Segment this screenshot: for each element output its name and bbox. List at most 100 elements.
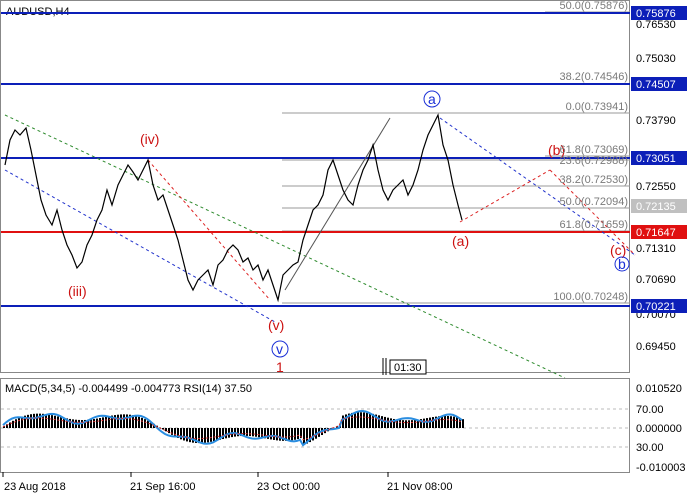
macd-bar xyxy=(30,414,32,428)
macd-bar xyxy=(54,415,56,428)
macd-bar xyxy=(258,428,260,438)
date-label-3: 23 Oct 00:00 xyxy=(257,481,320,493)
macd-bar xyxy=(165,428,167,432)
fib-label-618: 61.8(0.71659) xyxy=(560,219,629,231)
macd-bar xyxy=(276,428,278,441)
price-tick-6: 0.70690 xyxy=(636,274,676,286)
macd-bar xyxy=(144,419,146,428)
macd-bar xyxy=(57,416,59,428)
time-marker-label: 01:30 xyxy=(394,362,422,374)
macd-bar xyxy=(408,420,410,428)
fib-label-382-upper: 38.2(0.74546) xyxy=(560,71,629,83)
macd-bar xyxy=(60,417,62,428)
ind-tick-4: 30.00 xyxy=(636,442,664,454)
macd-bar xyxy=(414,419,416,428)
macd-bar xyxy=(147,420,149,428)
date-label-2: 21 Sep 16:00 xyxy=(130,481,195,493)
macd-bar xyxy=(369,413,371,428)
macd-bar xyxy=(405,420,407,428)
macd-bar xyxy=(387,417,389,428)
macd-bar xyxy=(354,412,356,428)
macd-bar xyxy=(384,416,386,428)
date-label-1: 23 Aug 2018 xyxy=(4,481,66,493)
macd-bar xyxy=(120,414,122,428)
price-tag-text-3: 0.73051 xyxy=(636,153,676,165)
macd-bar xyxy=(399,419,401,428)
wave-label-iv: (iv) xyxy=(140,131,159,147)
macd-bar xyxy=(15,419,17,428)
macd-bar xyxy=(303,428,305,445)
wave-label-a-paren: (a) xyxy=(452,233,469,249)
macd-bar xyxy=(363,412,365,428)
macd-bar xyxy=(207,428,209,443)
macd-bar xyxy=(93,419,95,428)
macd-bar xyxy=(252,428,254,437)
macd-bar xyxy=(411,420,413,428)
macd-bar xyxy=(96,418,98,428)
macd-bar xyxy=(90,419,92,428)
macd-bar xyxy=(432,417,434,428)
fib-label-382: 38.2(0.72530) xyxy=(560,174,629,186)
ind-tick-5: -0.010003 xyxy=(636,462,686,474)
wave-label-iii: (iii) xyxy=(68,283,87,299)
ind-tick-1: 0.010520 xyxy=(636,383,682,395)
macd-bar xyxy=(114,415,116,428)
macd-bar xyxy=(255,428,257,437)
macd-bar xyxy=(186,428,188,442)
macd-bar xyxy=(135,415,137,428)
indicator-title: MACD(5,34,5) -0.004499 -0.004773 RSI(14)… xyxy=(5,383,252,395)
price-tag-text-4: 0.70221 xyxy=(636,301,676,313)
macd-bar xyxy=(447,415,449,428)
macd-bar xyxy=(33,413,35,428)
ind-tick-2: 70.00 xyxy=(636,404,664,416)
macd-bar xyxy=(213,428,215,442)
macd-bar xyxy=(126,414,128,428)
macd-bar xyxy=(312,428,314,441)
date-label-4: 21 Nov 08:00 xyxy=(387,481,452,493)
macd-bar xyxy=(141,417,143,428)
price-tick-8: 0.69450 xyxy=(636,341,676,353)
macd-bar xyxy=(294,428,296,440)
macd-bar xyxy=(426,418,428,428)
price-tick-3: 0.73790 xyxy=(636,115,676,127)
fib-label-100: 100.0(0.70248) xyxy=(553,291,628,303)
wave-label-v: (v) xyxy=(268,317,284,333)
macd-bar xyxy=(273,428,275,440)
macd-bar xyxy=(12,420,14,428)
macd-bar xyxy=(246,428,248,436)
ind-tick-3: 0.000000 xyxy=(636,423,682,435)
macd-bar xyxy=(201,428,203,444)
macd-bar xyxy=(261,428,263,438)
price-tag-text-red: 0.71647 xyxy=(636,227,676,239)
macd-bar xyxy=(291,428,293,441)
macd-bar xyxy=(102,417,104,428)
macd-bar xyxy=(168,428,170,434)
macd-bar xyxy=(18,417,20,428)
price-tick-1: 0.76530 xyxy=(636,19,676,31)
macd-bar xyxy=(99,417,101,428)
macd-bar xyxy=(450,416,452,428)
macd-bar xyxy=(390,418,392,428)
chart-canvas[interactable]: AUDUSD,H4 (iv) (iii) (v) v 1 a (a) (b) (… xyxy=(0,0,700,500)
macd-bar xyxy=(249,428,251,437)
macd-bar xyxy=(429,417,431,428)
price-tick-2: 0.75030 xyxy=(636,53,676,65)
macd-bar xyxy=(27,414,29,428)
macd-bar xyxy=(48,414,50,428)
price-tick-4: 0.72550 xyxy=(636,181,676,193)
fib-label-236: 23.6(0.72988) xyxy=(560,155,629,167)
macd-bar xyxy=(423,418,425,428)
price-tag-text-1: 0.75876 xyxy=(636,8,676,20)
macd-bar xyxy=(183,428,185,441)
fib-label-50-upper: 50.0(0.75876) xyxy=(560,0,629,12)
price-tag-text-2: 0.74507 xyxy=(636,79,676,91)
macd-bar xyxy=(456,417,458,428)
fib-label-0: 0.0(0.73941) xyxy=(566,101,628,113)
macd-bar xyxy=(288,428,290,441)
fib-label-50: 50.0(0.72094) xyxy=(560,196,629,208)
macd-bar xyxy=(174,428,176,437)
macd-bar xyxy=(225,428,227,439)
macd-bar xyxy=(270,428,272,440)
macd-bar xyxy=(51,415,53,428)
macd-bar xyxy=(441,416,443,428)
